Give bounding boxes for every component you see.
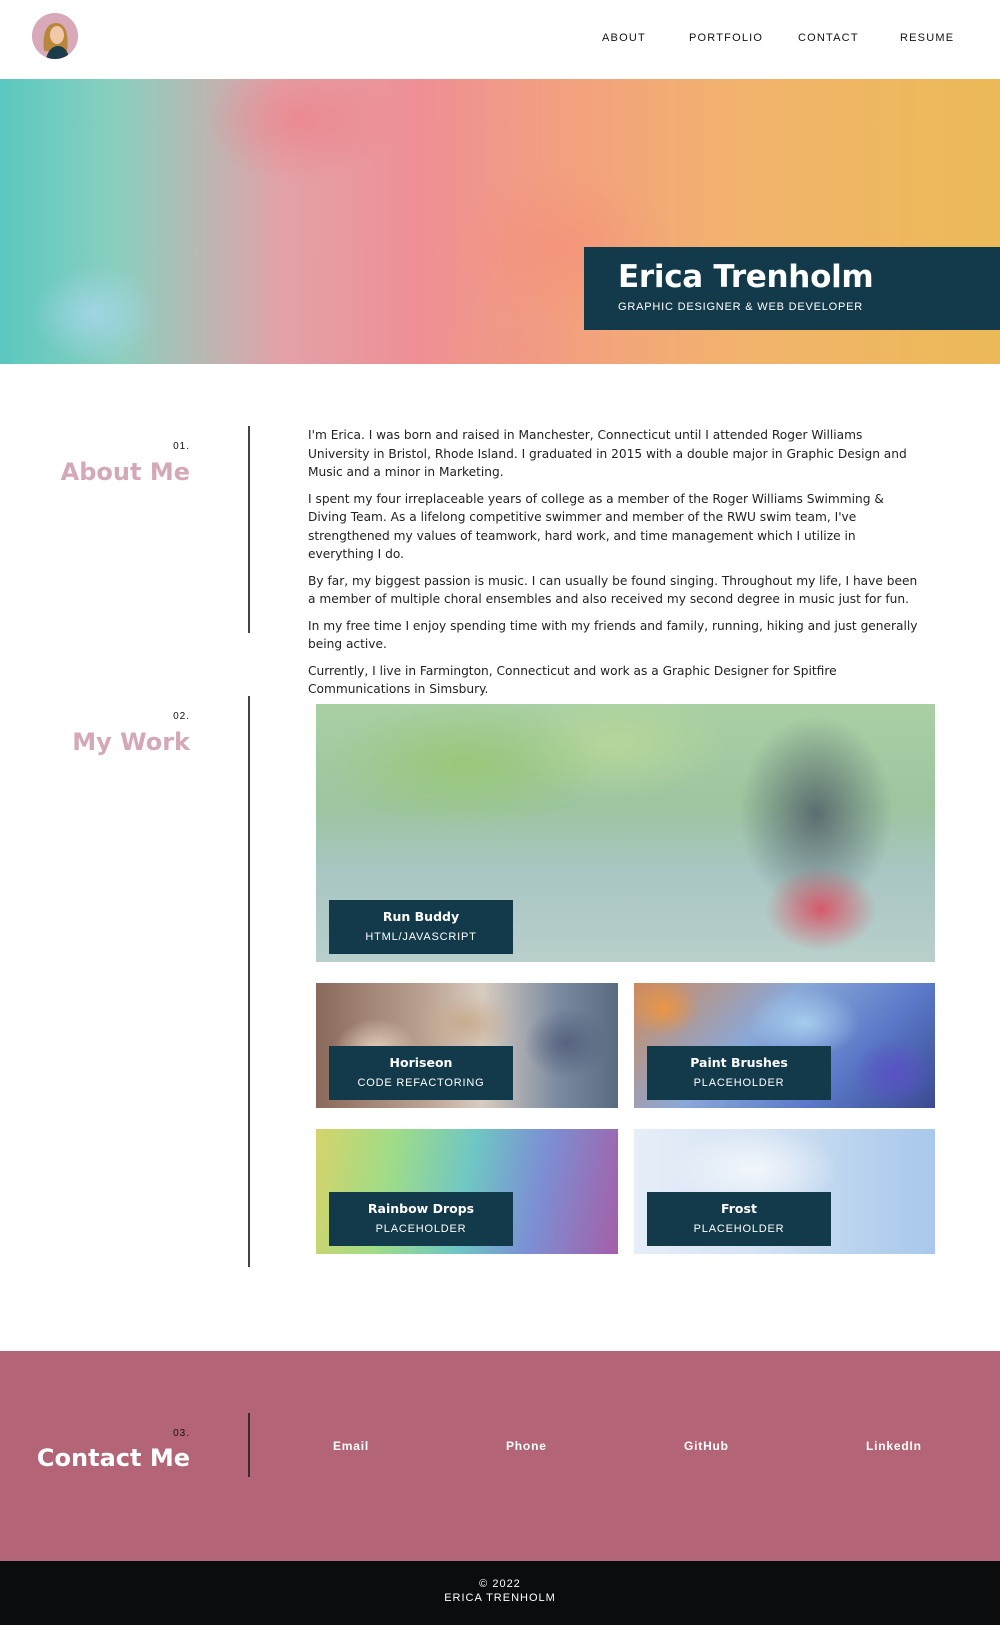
about-section-number: 01. — [173, 441, 190, 452]
contact-section-title: Contact Me — [36, 1444, 190, 1472]
about-divider — [248, 426, 250, 633]
project-subtitle: PLACEHOLDER — [693, 1223, 785, 1235]
about-paragraph: In my free time I enjoy spending time wi… — [308, 618, 918, 652]
project-subtitle: PLACEHOLDER — [375, 1223, 467, 1235]
about-paragraph: I'm Erica. I was born and raised in Manc… — [308, 428, 907, 479]
work-section-title: My Work — [72, 728, 190, 756]
main-nav: ABOUT PORTFOLIO CONTACT RESUME — [0, 32, 1000, 48]
contact-divider — [248, 1413, 250, 1477]
about-paragraph: Currently, I live in Farmington, Connect… — [308, 663, 837, 697]
contact-phone-link[interactable]: Phone — [506, 1439, 547, 1453]
about-paragraph: By far, my biggest passion is music. I c… — [308, 573, 918, 607]
project-title: Run Buddy — [382, 909, 460, 924]
project-label: Paint Brushes PLACEHOLDER — [647, 1046, 831, 1100]
project-card-paint-brushes[interactable]: Paint Brushes PLACEHOLDER — [634, 983, 935, 1108]
project-title: Frost — [721, 1201, 757, 1216]
project-subtitle: PLACEHOLDER — [693, 1077, 785, 1089]
site-footer: © 2022 ERICA TRENHOLM — [0, 1561, 1000, 1625]
work-divider — [248, 696, 250, 1267]
project-card-rainbow-drops[interactable]: Rainbow Drops PLACEHOLDER — [316, 1129, 618, 1254]
footer-copyright: © 2022 — [479, 1578, 521, 1590]
project-label: Frost PLACEHOLDER — [647, 1192, 831, 1246]
project-label: Horiseon CODE REFACTORING — [329, 1046, 513, 1100]
contact-section: 03. Contact Me Email Phone GitHub Linked… — [0, 1351, 1000, 1561]
nav-portfolio-link[interactable]: PORTFOLIO — [689, 32, 763, 44]
hero-name: Erica Trenholm — [618, 259, 874, 295]
about-paragraph: I spent my four irreplaceable years of c… — [308, 491, 884, 562]
project-card-run-buddy[interactable]: Run Buddy HTML/JAVASCRIPT — [316, 704, 935, 962]
hero-subtitle: GRAPHIC DESIGNER & WEB DEVELOPER — [618, 301, 864, 313]
hero-title-card: Erica Trenholm GRAPHIC DESIGNER & WEB DE… — [584, 247, 1000, 330]
about-section-title: About Me — [60, 458, 190, 486]
footer-name: ERICA TRENHOLM — [444, 1592, 556, 1604]
contact-section-number: 03. — [173, 1428, 190, 1439]
nav-resume-link[interactable]: RESUME — [900, 32, 954, 44]
project-card-horiseon[interactable]: Horiseon CODE REFACTORING — [316, 983, 618, 1108]
work-section-number: 02. — [173, 711, 190, 722]
project-label: Run Buddy HTML/JAVASCRIPT — [329, 900, 513, 954]
project-card-frost[interactable]: Frost PLACEHOLDER — [634, 1129, 935, 1254]
contact-github-link[interactable]: GitHub — [684, 1439, 729, 1453]
site-header: ABOUT PORTFOLIO CONTACT RESUME — [0, 0, 1000, 79]
project-label: Rainbow Drops PLACEHOLDER — [329, 1192, 513, 1246]
project-title: Horiseon — [389, 1055, 453, 1070]
nav-contact-link[interactable]: CONTACT — [798, 32, 859, 44]
project-title: Paint Brushes — [690, 1055, 788, 1070]
nav-about-link[interactable]: ABOUT — [602, 32, 646, 44]
project-subtitle: CODE REFACTORING — [357, 1077, 485, 1089]
project-subtitle: HTML/JAVASCRIPT — [365, 931, 477, 943]
contact-linkedin-link[interactable]: LinkedIn — [866, 1439, 922, 1453]
contact-email-link[interactable]: Email — [333, 1439, 369, 1453]
about-text: I'm Erica. I was born and raised in Manc… — [308, 426, 918, 707]
project-title: Rainbow Drops — [367, 1201, 475, 1216]
hero-banner: Erica Trenholm GRAPHIC DESIGNER & WEB DE… — [0, 79, 1000, 364]
